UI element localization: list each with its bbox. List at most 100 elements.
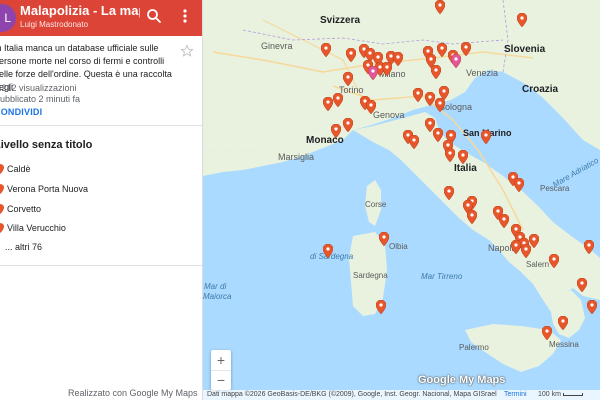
published-time: Pubblicato 2 minuti fa <box>0 94 81 104</box>
label-salerno: Salern <box>526 260 550 269</box>
map-pin-icon <box>0 223 4 233</box>
map-marker[interactable] <box>331 124 341 138</box>
map-marker[interactable] <box>445 148 455 162</box>
made-with-credit[interactable]: Realizzato con Google My Maps <box>68 388 198 398</box>
zoom-out-button[interactable]: − <box>211 370 231 390</box>
label-palermo: Palermo <box>459 343 489 352</box>
label-corsica: Corse <box>365 200 387 209</box>
list-item-label: Caldè <box>7 164 31 174</box>
side-panel: L Malapolizia - La mappa Luigi Mastrodon… <box>0 0 203 400</box>
label-italy: Italia <box>454 163 477 174</box>
star-icon <box>180 44 194 57</box>
label-marseille: Marsiglia <box>278 152 315 162</box>
map-marker[interactable] <box>458 150 468 164</box>
map-marker[interactable] <box>425 92 435 106</box>
map-marker[interactable] <box>393 52 403 66</box>
map-pin-icon <box>0 204 4 214</box>
list-item-label: Villa Verucchio <box>7 223 66 233</box>
share-button[interactable]: CONDIVIDI <box>0 107 42 117</box>
label-switzerland: Svizzera <box>320 15 361 26</box>
map-marker[interactable] <box>321 43 331 57</box>
map-marker[interactable] <box>517 13 527 27</box>
map-marker[interactable] <box>511 240 521 254</box>
map-marker[interactable] <box>439 86 449 100</box>
label-balearic-2: Maiorca <box>203 292 232 301</box>
panel-header: L Malapolizia - La mappa Luigi Mastrodon… <box>0 0 202 36</box>
map-marker[interactable] <box>514 178 524 192</box>
map-marker[interactable] <box>431 65 441 79</box>
label-slovenia: Slovenia <box>504 44 546 55</box>
divider <box>0 125 202 126</box>
map-title: Malapolizia - La mappa <box>20 3 140 18</box>
map-marker[interactable] <box>323 97 333 111</box>
zoom-control: + − <box>211 350 231 390</box>
map-marker-selected[interactable] <box>368 66 378 80</box>
star-button[interactable] <box>180 44 194 58</box>
map-marker[interactable] <box>409 135 419 149</box>
map-marker[interactable] <box>584 240 594 254</box>
map-marker[interactable] <box>444 186 454 200</box>
map-marker[interactable] <box>521 244 531 258</box>
zoom-in-button[interactable]: + <box>211 350 231 370</box>
map-marker[interactable] <box>413 88 423 102</box>
map-marker[interactable] <box>435 98 445 112</box>
map-marker[interactable] <box>366 100 376 114</box>
label-venice: Venezia <box>466 68 499 78</box>
map-marker[interactable] <box>549 254 559 268</box>
label-geneva: Ginevra <box>261 41 293 51</box>
map-marker[interactable] <box>499 214 509 228</box>
label-croatia: Croazia <box>522 84 559 95</box>
map-marker[interactable] <box>587 300 597 314</box>
avatar[interactable]: L <box>0 4 16 32</box>
label-naples: Napoli <box>488 243 514 253</box>
label-messina: Messina <box>549 340 579 349</box>
list-item-label: Verona Porta Nuova <box>7 184 89 194</box>
list-item[interactable]: Villa Verucchio <box>0 221 190 237</box>
vertical-dots-icon <box>183 9 187 23</box>
map-author[interactable]: Luigi Mastrodonato <box>20 20 88 29</box>
list-item-label: Corvetto <box>7 204 42 214</box>
label-sardinia: Sardegna <box>353 271 388 280</box>
terms-link[interactable]: Termini <box>504 390 527 400</box>
map-marker[interactable] <box>323 244 333 258</box>
layer-title: Livello senza titolo <box>0 139 93 151</box>
map-marker[interactable] <box>577 278 587 292</box>
map-canvas[interactable]: Svizzera Slovenia Croazia Italia Monaco … <box>203 0 600 400</box>
scale-line <box>562 392 583 396</box>
map-marker[interactable] <box>333 93 343 107</box>
more-options-button[interactable] <box>175 6 195 26</box>
list-item[interactable]: Verona Porta Nuova <box>0 182 190 198</box>
divider <box>0 265 202 266</box>
map-marker[interactable] <box>542 326 552 340</box>
search-icon <box>147 9 161 23</box>
scale-bar: 100 km <box>538 390 583 400</box>
map-marker[interactable] <box>437 43 447 57</box>
map-marker[interactable] <box>376 300 386 314</box>
label-balearic-1: Mar di <box>204 282 227 291</box>
list-item[interactable]: Caldè <box>0 162 190 178</box>
map-marker[interactable] <box>343 72 353 86</box>
map-marker[interactable] <box>461 42 471 56</box>
map-marker-selected[interactable] <box>451 54 461 68</box>
list-item[interactable]: Corvetto <box>0 202 190 218</box>
map-marker[interactable] <box>435 0 445 14</box>
map-marker[interactable] <box>481 130 491 144</box>
show-more-link[interactable]: ... altri 76 <box>5 242 42 252</box>
label-olbia: Olbia <box>389 242 408 251</box>
map-marker[interactable] <box>558 316 568 330</box>
map-marker[interactable] <box>346 48 356 62</box>
map-marker[interactable] <box>379 232 389 246</box>
map-pin-icon <box>0 164 4 174</box>
google-my-maps-logo: Google My Maps <box>418 374 506 386</box>
map-marker[interactable] <box>343 118 353 132</box>
search-button[interactable] <box>144 6 164 26</box>
scale-label: 100 km <box>538 391 561 398</box>
map-marker[interactable] <box>467 210 477 224</box>
app-root: Svizzera Slovenia Croazia Italia Monaco … <box>0 0 600 400</box>
view-count: 9.212 visualizzazioni <box>0 83 77 93</box>
label-genoa: Genova <box>373 110 405 120</box>
map-marker[interactable] <box>382 62 392 76</box>
map-marker[interactable] <box>433 128 443 142</box>
map-pin-icon <box>0 184 4 194</box>
label-tyrrhenian: Mar Tirreno <box>421 272 463 281</box>
